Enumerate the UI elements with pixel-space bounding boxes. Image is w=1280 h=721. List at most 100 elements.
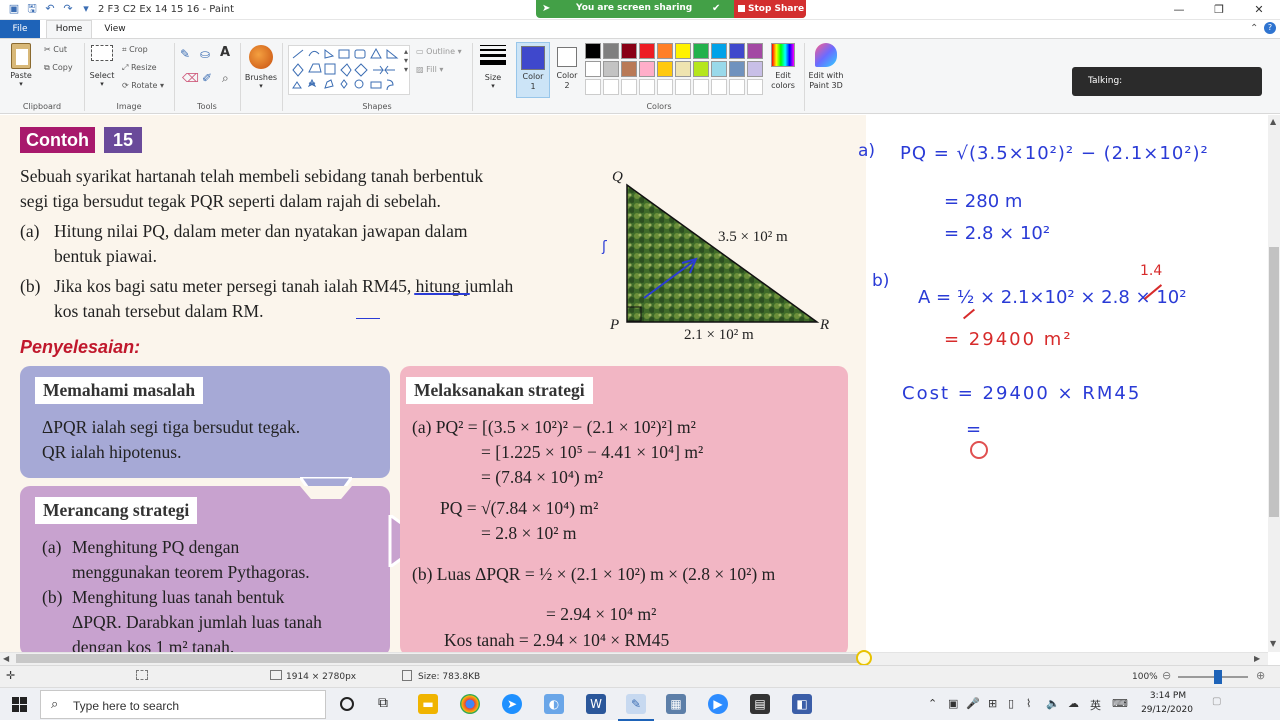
palette-swatch[interactable] [657,43,673,59]
crop-button[interactable]: ⌗ Crop [122,45,148,55]
notification-icon[interactable]: ▢ [1212,696,1221,707]
tray-app-icon[interactable]: ⊞ [988,697,997,710]
custom-color-slot[interactable] [657,79,673,95]
calculator-icon[interactable]: ▤ [750,694,770,714]
tray-chevron-icon[interactable]: ⌃ [928,697,937,710]
custom-color-slot[interactable] [711,79,727,95]
word-icon[interactable]: W [586,694,606,714]
palette-swatch[interactable] [711,43,727,59]
palette-swatch[interactable] [639,61,655,77]
collapse-ribbon-icon[interactable]: ⌃ [1250,23,1258,34]
palette-swatch[interactable] [603,61,619,77]
eraser-icon[interactable]: ⌫ [182,71,199,85]
size-button[interactable]: Size ▾ [476,45,510,90]
select-button[interactable]: Select ▾ [88,45,116,88]
photos-app-icon[interactable]: ◐ [544,694,564,714]
custom-color-slot[interactable] [603,79,619,95]
custom-color-slot[interactable] [639,79,655,95]
clock-date[interactable]: 29/12/2020 [1136,705,1198,715]
magnifier-icon[interactable]: ⌕ [222,71,229,86]
save-icon[interactable]: 🖫 [26,3,38,15]
windows-start-icon[interactable] [12,697,28,713]
palette-swatch[interactable] [729,61,745,77]
file-explorer-icon[interactable]: ▬ [418,694,438,714]
paint-taskbar-icon[interactable]: ✎ [626,694,646,714]
fill-button[interactable]: ▨ Fill ▾ [416,65,443,74]
palette-swatch[interactable] [693,61,709,77]
custom-color-slot[interactable] [729,79,745,95]
zoom-app-icon[interactable]: ▶ [708,694,728,714]
maximize-button[interactable]: ❐ [1204,2,1234,18]
rotate-button[interactable]: ⟳ Rotate ▾ [122,81,164,90]
app-icon[interactable]: ◧ [792,694,812,714]
outline-button[interactable]: ▭ Outline ▾ [416,47,462,56]
zoom-slider-thumb[interactable] [1214,670,1222,684]
shapes-scroll-icon[interactable]: ▴ ▾ ▾ [404,47,408,74]
palette-swatch[interactable] [657,61,673,77]
paste-button[interactable]: Paste ▾ [6,43,36,88]
scroll-down-icon[interactable]: ▼ [1270,639,1276,648]
edit-colors-button[interactable]: Edit colors [764,43,802,91]
palette-swatch[interactable] [729,43,745,59]
palette-swatch[interactable] [675,61,691,77]
shapes-gallery[interactable] [288,45,410,95]
customize-dropdown-icon[interactable]: ▾ [80,3,92,15]
app-icon[interactable]: ▦ [666,694,686,714]
custom-color-slot[interactable] [747,79,763,95]
tray-app-icon[interactable]: ▣ [948,697,958,710]
vertical-scroll-thumb[interactable] [1269,247,1279,517]
tab-file[interactable]: File [0,20,40,38]
custom-color-slot[interactable] [585,79,601,95]
help-icon[interactable]: ? [1264,22,1276,34]
palette-swatch[interactable] [675,43,691,59]
redo-icon[interactable]: ↷ [62,3,74,15]
copy-button[interactable]: ⧉ Copy [44,63,73,73]
resize-handle-icon[interactable] [856,650,872,666]
color2-button[interactable]: Color 2 [552,42,582,98]
edit-with-paint3d-button[interactable]: Edit with Paint 3D [806,43,846,91]
palette-swatch[interactable] [621,61,637,77]
zoom-slider-track[interactable] [1178,676,1248,678]
onedrive-icon[interactable]: ☁ [1068,697,1079,710]
microphone-icon[interactable]: 🎤 [966,697,980,710]
messaging-app-icon[interactable]: ➤ [502,694,522,714]
undo-icon[interactable]: ↶ [44,3,56,15]
palette-swatch[interactable] [711,61,727,77]
palette-swatch[interactable] [747,43,763,59]
brushes-button[interactable]: Brushes ▾ [244,45,278,90]
palette-swatch[interactable] [585,61,601,77]
network-icon[interactable]: ⌇ [1026,697,1031,710]
minimize-button[interactable]: — [1164,2,1194,18]
stop-share-button[interactable]: Stop Share [734,0,806,18]
resize-button[interactable]: ⤢ Resize [122,63,157,73]
task-view-icon[interactable]: ⧉ [378,695,388,711]
close-button[interactable]: ✕ [1244,2,1274,18]
chrome-icon[interactable] [460,694,480,714]
volume-icon[interactable]: 🔈 [1046,697,1060,710]
palette-swatch[interactable] [747,61,763,77]
zoom-out-icon[interactable]: ⊖ [1162,669,1171,682]
pencil-icon[interactable]: ✎ [180,47,190,61]
palette-swatch[interactable] [639,43,655,59]
cortana-icon[interactable] [340,697,354,711]
input-language[interactable]: 英 [1090,697,1101,713]
clock-time[interactable]: 3:14 PM [1148,691,1188,701]
custom-color-slot[interactable] [675,79,691,95]
scroll-up-icon[interactable]: ▲ [1270,117,1276,126]
fill-bucket-icon[interactable]: ⛀ [200,47,210,61]
custom-color-slot[interactable] [693,79,709,95]
tab-view[interactable]: View [98,20,132,38]
text-tool-icon[interactable]: A [220,45,230,60]
tab-home[interactable]: Home [46,20,92,38]
color-picker-icon[interactable]: ✐ [202,71,212,85]
color1-button[interactable]: Color 1 [516,42,550,98]
custom-color-slot[interactable] [621,79,637,95]
input-mode-icon[interactable]: ⌨ [1112,697,1128,710]
scroll-right-icon[interactable]: ▶ [1254,654,1260,663]
horizontal-scroll-thumb[interactable] [16,654,862,663]
palette-swatch[interactable] [585,43,601,59]
cut-button[interactable]: ✂ Cut [44,45,67,54]
zoom-in-icon[interactable]: ⊕ [1256,669,1265,682]
taskbar-search-box[interactable]: ⌕ Type here to search [40,690,326,719]
scroll-left-icon[interactable]: ◀ [3,654,9,663]
